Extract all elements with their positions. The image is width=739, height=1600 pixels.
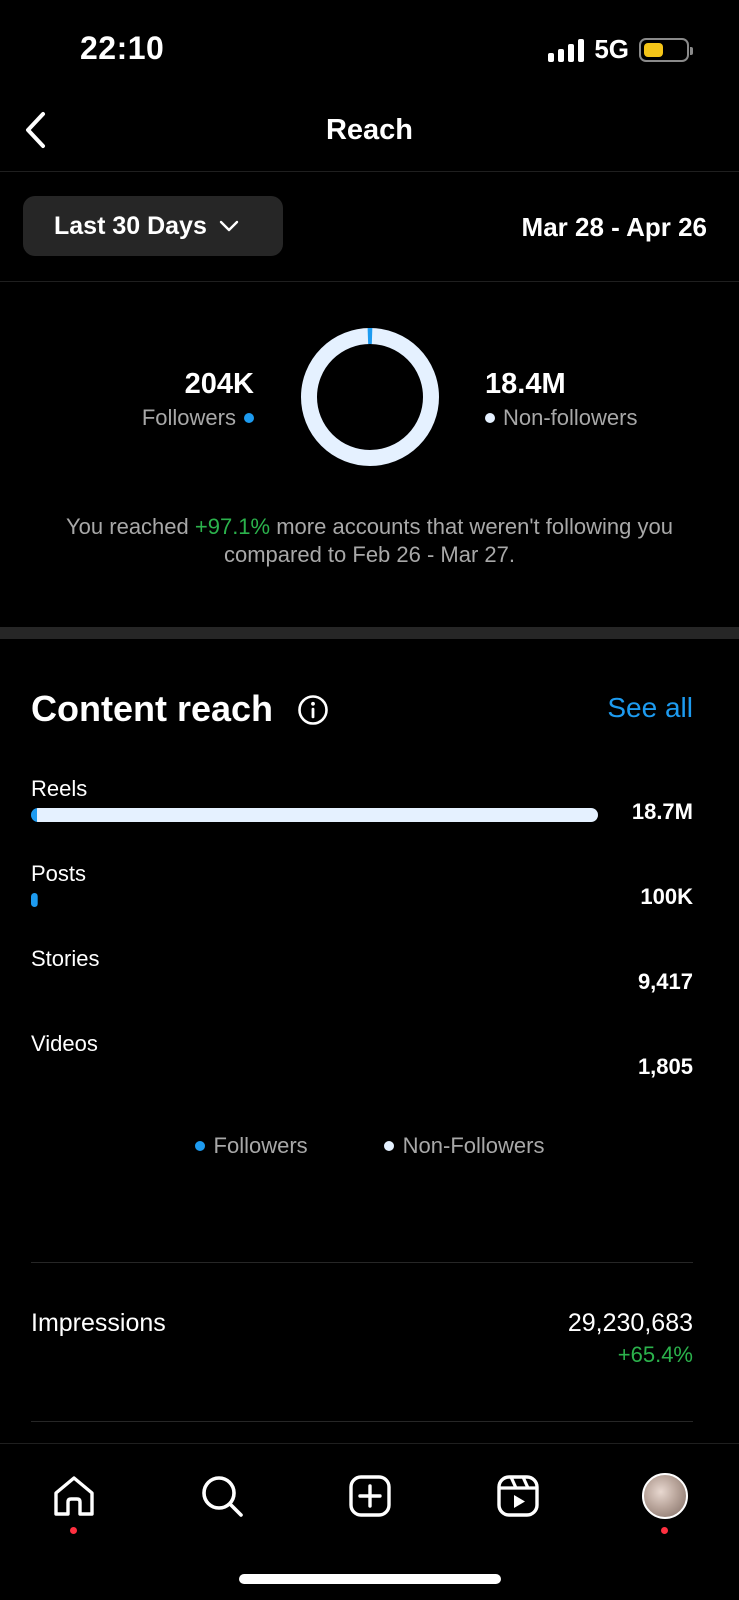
legend-nonfollowers-dot xyxy=(383,1141,394,1151)
section-divider xyxy=(0,627,739,639)
date-range-text: Mar 28 - Apr 26 xyxy=(521,212,707,242)
content-reach-bar-track xyxy=(31,1063,598,1077)
legend-followers: Followers xyxy=(194,1133,308,1159)
content-reach-row-reels: Reels 18.7M xyxy=(31,776,693,856)
bar-segment-nonfollowers xyxy=(37,893,38,907)
info-icon[interactable] xyxy=(297,694,329,726)
content-reach-value: 9,417 xyxy=(637,969,693,994)
date-range-label: Last 30 Days xyxy=(54,211,207,240)
content-reach-value: 18.7M xyxy=(631,799,693,824)
content-reach-row-videos: Videos 1,805 xyxy=(31,1031,693,1111)
nav-header: Reach xyxy=(0,100,739,172)
content-reach-bar-track xyxy=(31,978,598,992)
followers-label: Followers xyxy=(141,405,236,430)
content-reach-row-stories: Stories 9,417 xyxy=(31,946,693,1026)
nav-reels[interactable] xyxy=(488,1466,548,1526)
status-bar: 22:10 5G xyxy=(0,0,739,100)
nav-home[interactable] xyxy=(44,1466,104,1534)
profile-avatar xyxy=(642,1473,688,1519)
audience-breakdown: 204K Followers 18.4M Non-followers You r… xyxy=(0,283,739,623)
followers-value: 204K xyxy=(184,368,254,400)
home-indicator xyxy=(239,1574,501,1584)
reach-summary: You reached +97.1% more accounts that we… xyxy=(66,514,673,567)
notification-dot xyxy=(661,1527,668,1534)
content-reach-header: Content reach See all xyxy=(31,686,693,734)
impressions-value: 29,230,683 xyxy=(567,1309,693,1337)
content-reach-bar-track xyxy=(31,808,598,822)
legend-nonfollowers: Non-Followers xyxy=(383,1133,544,1159)
content-reach-label: Posts xyxy=(31,861,87,886)
reach-donut-chart xyxy=(301,328,439,466)
content-reach-bar xyxy=(31,808,598,822)
impressions-row[interactable]: Impressions 29,230,683 +65.4% xyxy=(31,1305,693,1375)
signal-icon xyxy=(548,38,585,62)
legend-followers-dot xyxy=(194,1141,205,1151)
summary-change: +97.1% xyxy=(194,514,271,539)
followers-dot xyxy=(244,413,254,423)
content-reach-value: 100K xyxy=(640,884,693,909)
donut-nonfollowers-arc xyxy=(301,328,439,466)
search-icon xyxy=(202,1476,243,1517)
chart-legend: Followers Non-Followers xyxy=(0,1133,739,1159)
reels-icon xyxy=(497,1475,539,1517)
network-type: 5G xyxy=(594,34,629,64)
content-reach-bar xyxy=(31,893,38,907)
nav-search[interactable] xyxy=(192,1466,252,1526)
status-indicators: 5G xyxy=(548,34,693,65)
nonfollowers-label: Non-followers xyxy=(503,405,638,430)
nav-profile[interactable] xyxy=(635,1466,695,1534)
content-reach-label: Videos xyxy=(31,1031,98,1056)
status-time: 22:10 xyxy=(80,30,165,66)
impressions-change: +65.4% xyxy=(617,1342,693,1367)
notification-dot xyxy=(70,1527,77,1534)
nav-create[interactable] xyxy=(340,1466,400,1526)
divider xyxy=(31,1262,693,1263)
page-title: Reach xyxy=(325,114,414,146)
bottom-nav xyxy=(0,1443,739,1600)
nonfollowers-dot xyxy=(485,413,495,423)
bar-segment-nonfollowers xyxy=(37,808,598,822)
content-reach-bar-track xyxy=(31,893,598,907)
content-reach-title: Content reach xyxy=(31,688,274,729)
content-reach-value: 1,805 xyxy=(637,1054,693,1079)
home-icon xyxy=(54,1476,94,1516)
nonfollowers-value: 18.4M xyxy=(485,368,566,400)
battery-icon xyxy=(639,37,693,62)
content-reach-label: Stories xyxy=(31,946,100,971)
date-range-row: Last 30 Days Mar 28 - Apr 26 xyxy=(0,172,739,282)
nonfollowers-stat: 18.4M Non-followers xyxy=(485,368,638,431)
see-all-link[interactable]: See all xyxy=(607,692,693,724)
content-reach-label: Reels xyxy=(31,776,88,801)
impressions-label: Impressions xyxy=(31,1309,166,1337)
chevron-down-icon xyxy=(219,220,239,232)
followers-stat: 204K Followers xyxy=(142,368,254,431)
date-range-dropdown[interactable]: Last 30 Days xyxy=(23,196,283,256)
divider xyxy=(31,1421,693,1422)
content-reach-row-posts: Posts 100K xyxy=(31,861,693,941)
create-icon xyxy=(349,1475,391,1517)
